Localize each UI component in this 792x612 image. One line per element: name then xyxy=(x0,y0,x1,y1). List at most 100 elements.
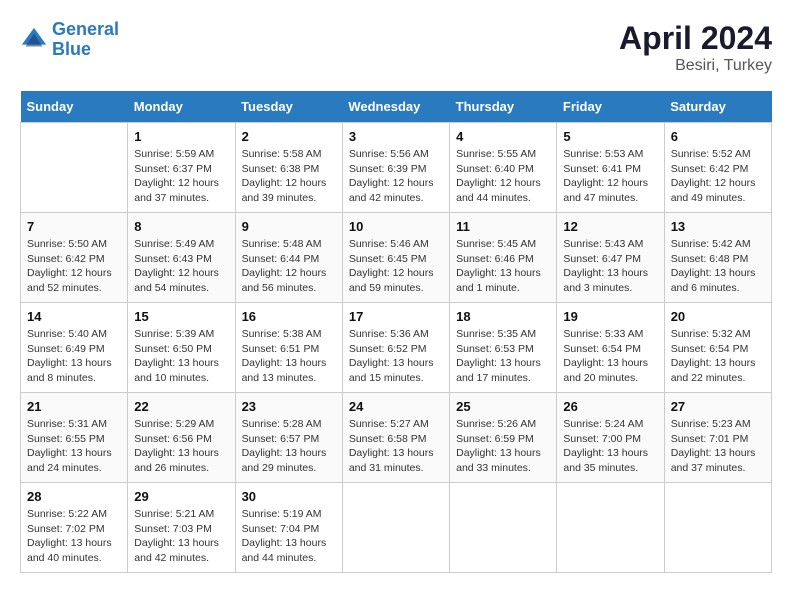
day-number: 2 xyxy=(242,129,336,144)
day-number: 18 xyxy=(456,309,550,324)
header-day-monday: Monday xyxy=(128,91,235,123)
day-info: Sunrise: 5:59 AM Sunset: 6:37 PM Dayligh… xyxy=(134,147,228,206)
day-info: Sunrise: 5:33 AM Sunset: 6:54 PM Dayligh… xyxy=(563,327,657,386)
week-row-4: 21 Sunrise: 5:31 AM Sunset: 6:55 PM Dayli… xyxy=(21,393,772,483)
day-number: 17 xyxy=(349,309,443,324)
day-info: Sunrise: 5:48 AM Sunset: 6:44 PM Dayligh… xyxy=(242,237,336,296)
day-number: 20 xyxy=(671,309,765,324)
header-day-tuesday: Tuesday xyxy=(235,91,342,123)
calendar-cell: 16 Sunrise: 5:38 AM Sunset: 6:51 PM Dayli… xyxy=(235,303,342,393)
day-info: Sunrise: 5:31 AM Sunset: 6:55 PM Dayligh… xyxy=(27,417,121,476)
calendar-cell: 12 Sunrise: 5:43 AM Sunset: 6:47 PM Dayli… xyxy=(557,213,664,303)
calendar-cell: 22 Sunrise: 5:29 AM Sunset: 6:56 PM Dayli… xyxy=(128,393,235,483)
calendar-cell: 8 Sunrise: 5:49 AM Sunset: 6:43 PM Daylig… xyxy=(128,213,235,303)
day-info: Sunrise: 5:19 AM Sunset: 7:04 PM Dayligh… xyxy=(242,507,336,566)
title-section: April 2024 Besiri, Turkey xyxy=(619,20,772,75)
calendar-cell: 2 Sunrise: 5:58 AM Sunset: 6:38 PM Daylig… xyxy=(235,123,342,213)
day-info: Sunrise: 5:40 AM Sunset: 6:49 PM Dayligh… xyxy=(27,327,121,386)
calendar-cell: 11 Sunrise: 5:45 AM Sunset: 6:46 PM Dayli… xyxy=(450,213,557,303)
calendar-cell: 23Sunrise: 5:28 AM Sunset: 6:57 PM Dayli… xyxy=(235,393,342,483)
calendar-cell: 9 Sunrise: 5:48 AM Sunset: 6:44 PM Daylig… xyxy=(235,213,342,303)
day-number: 21 xyxy=(27,399,121,414)
day-info: Sunrise: 5:52 AM Sunset: 6:42 PM Dayligh… xyxy=(671,147,765,206)
calendar-cell: 7Sunrise: 5:50 AM Sunset: 6:42 PM Daylig… xyxy=(21,213,128,303)
calendar-cell: 19 Sunrise: 5:33 AM Sunset: 6:54 PM Dayli… xyxy=(557,303,664,393)
day-number: 14 xyxy=(27,309,121,324)
calendar-cell: 1 Sunrise: 5:59 AM Sunset: 6:37 PM Daylig… xyxy=(128,123,235,213)
calendar-cell: 27Sunrise: 5:23 AM Sunset: 7:01 PM Dayli… xyxy=(664,393,771,483)
day-number: 30 xyxy=(242,489,336,504)
logo-icon xyxy=(20,26,48,54)
day-info: Sunrise: 5:29 AM Sunset: 6:56 PM Dayligh… xyxy=(134,417,228,476)
day-number: 5 xyxy=(563,129,657,144)
calendar-cell: 10 Sunrise: 5:46 AM Sunset: 6:45 PM Dayli… xyxy=(342,213,449,303)
header-day-friday: Friday xyxy=(557,91,664,123)
day-number: 13 xyxy=(671,219,765,234)
day-number: 10 xyxy=(349,219,443,234)
day-info: Sunrise: 5:55 AM Sunset: 6:40 PM Dayligh… xyxy=(456,147,550,206)
calendar-cell: 14 Sunrise: 5:40 AM Sunset: 6:49 PM Dayli… xyxy=(21,303,128,393)
day-number: 9 xyxy=(242,219,336,234)
day-number: 19 xyxy=(563,309,657,324)
day-info: Sunrise: 5:21 AM Sunset: 7:03 PM Dayligh… xyxy=(134,507,228,566)
day-info: Sunrise: 5:43 AM Sunset: 6:47 PM Dayligh… xyxy=(563,237,657,296)
calendar-cell: 18 Sunrise: 5:35 AM Sunset: 6:53 PM Dayli… xyxy=(450,303,557,393)
calendar-cell: 25 Sunrise: 5:26 AM Sunset: 6:59 PM Dayli… xyxy=(450,393,557,483)
day-info: Sunrise: 5:56 AM Sunset: 6:39 PM Dayligh… xyxy=(349,147,443,206)
calendar-cell: 29 Sunrise: 5:21 AM Sunset: 7:03 PM Dayli… xyxy=(128,483,235,573)
calendar-cell: 21 Sunrise: 5:31 AM Sunset: 6:55 PM Dayli… xyxy=(21,393,128,483)
day-number: 23 xyxy=(242,399,336,414)
logo-text: General Blue xyxy=(52,20,119,60)
day-info: Sunrise: 5:46 AM Sunset: 6:45 PM Dayligh… xyxy=(349,237,443,296)
day-info: Sunrise: 5:32 AM Sunset: 6:54 PM Dayligh… xyxy=(671,327,765,386)
day-info: Sunrise: 5:58 AM Sunset: 6:38 PM Dayligh… xyxy=(242,147,336,206)
day-number: 25 xyxy=(456,399,550,414)
calendar-cell: 5Sunrise: 5:53 AM Sunset: 6:41 PM Daylig… xyxy=(557,123,664,213)
day-number: 7 xyxy=(27,219,121,234)
day-number: 12 xyxy=(563,219,657,234)
day-info: Sunrise: 5:24 AM Sunset: 7:00 PM Dayligh… xyxy=(563,417,657,476)
calendar-cell: 24Sunrise: 5:27 AM Sunset: 6:58 PM Dayli… xyxy=(342,393,449,483)
day-number: 4 xyxy=(456,129,550,144)
header-day-wednesday: Wednesday xyxy=(342,91,449,123)
month-title: April 2024 xyxy=(619,20,772,57)
header-row: SundayMondayTuesdayWednesdayThursdayFrid… xyxy=(21,91,772,123)
day-number: 26 xyxy=(563,399,657,414)
calendar-cell xyxy=(664,483,771,573)
day-number: 1 xyxy=(134,129,228,144)
day-number: 11 xyxy=(456,219,550,234)
day-info: Sunrise: 5:26 AM Sunset: 6:59 PM Dayligh… xyxy=(456,417,550,476)
day-number: 27 xyxy=(671,399,765,414)
day-info: Sunrise: 5:35 AM Sunset: 6:53 PM Dayligh… xyxy=(456,327,550,386)
day-number: 8 xyxy=(134,219,228,234)
day-info: Sunrise: 5:36 AM Sunset: 6:52 PM Dayligh… xyxy=(349,327,443,386)
week-row-2: 7Sunrise: 5:50 AM Sunset: 6:42 PM Daylig… xyxy=(21,213,772,303)
day-number: 24 xyxy=(349,399,443,414)
logo-line2: Blue xyxy=(52,39,91,59)
day-number: 16 xyxy=(242,309,336,324)
calendar-cell xyxy=(21,123,128,213)
calendar-cell: 15Sunrise: 5:39 AM Sunset: 6:50 PM Dayli… xyxy=(128,303,235,393)
calendar-cell: 20 Sunrise: 5:32 AM Sunset: 6:54 PM Dayli… xyxy=(664,303,771,393)
day-number: 29 xyxy=(134,489,228,504)
day-number: 6 xyxy=(671,129,765,144)
calendar-cell: 6 Sunrise: 5:52 AM Sunset: 6:42 PM Daylig… xyxy=(664,123,771,213)
calendar-cell: 17 Sunrise: 5:36 AM Sunset: 6:52 PM Dayli… xyxy=(342,303,449,393)
day-info: Sunrise: 5:38 AM Sunset: 6:51 PM Dayligh… xyxy=(242,327,336,386)
calendar-cell xyxy=(450,483,557,573)
week-row-5: 28Sunrise: 5:22 AM Sunset: 7:02 PM Dayli… xyxy=(21,483,772,573)
page-header: General Blue April 2024 Besiri, Turkey xyxy=(20,20,772,75)
day-info: Sunrise: 5:45 AM Sunset: 6:46 PM Dayligh… xyxy=(456,237,550,296)
calendar-table: SundayMondayTuesdayWednesdayThursdayFrid… xyxy=(20,91,772,573)
week-row-1: 1 Sunrise: 5:59 AM Sunset: 6:37 PM Daylig… xyxy=(21,123,772,213)
day-info: Sunrise: 5:22 AM Sunset: 7:02 PM Dayligh… xyxy=(27,507,121,566)
day-info: Sunrise: 5:39 AM Sunset: 6:50 PM Dayligh… xyxy=(134,327,228,386)
logo: General Blue xyxy=(20,20,119,60)
day-info: Sunrise: 5:49 AM Sunset: 6:43 PM Dayligh… xyxy=(134,237,228,296)
calendar-cell: 4 Sunrise: 5:55 AM Sunset: 6:40 PM Daylig… xyxy=(450,123,557,213)
calendar-cell: 28Sunrise: 5:22 AM Sunset: 7:02 PM Dayli… xyxy=(21,483,128,573)
location: Besiri, Turkey xyxy=(619,57,772,75)
day-number: 22 xyxy=(134,399,228,414)
header-day-sunday: Sunday xyxy=(21,91,128,123)
calendar-cell: 3Sunrise: 5:56 AM Sunset: 6:39 PM Daylig… xyxy=(342,123,449,213)
